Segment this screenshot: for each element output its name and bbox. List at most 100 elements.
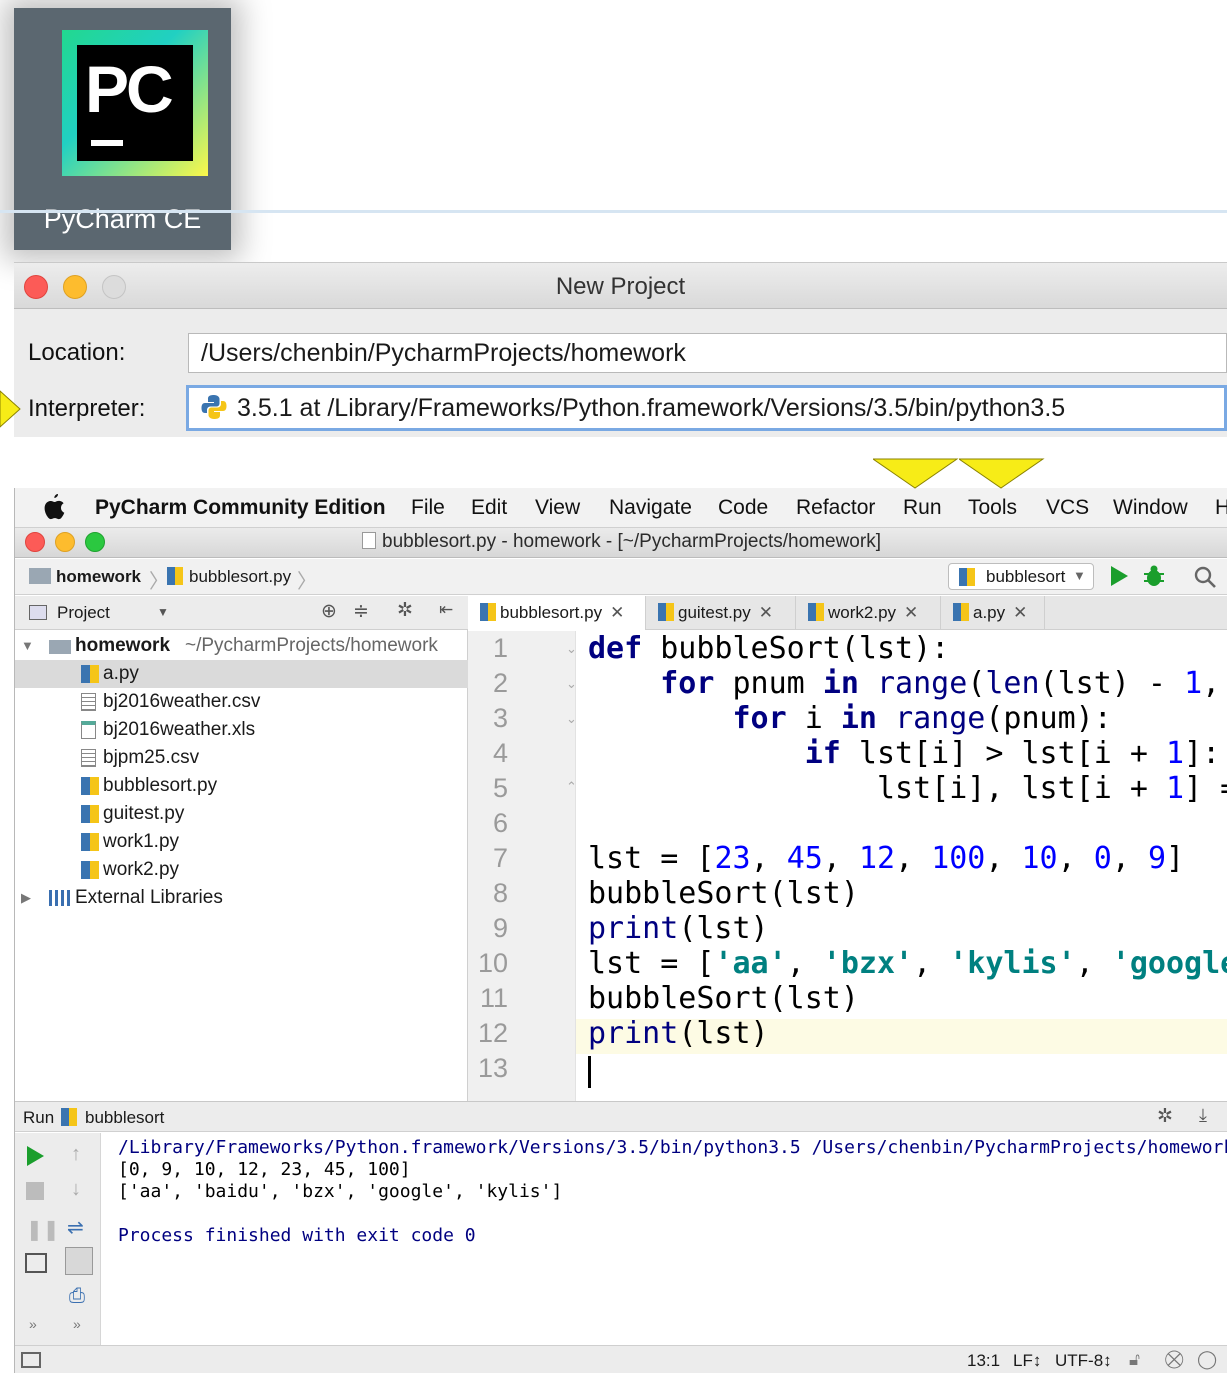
menu-help[interactable]: H	[1215, 496, 1227, 520]
line-number: 4	[492, 738, 508, 768]
tree-item[interactable]: bj2016weather.xls	[15, 716, 468, 744]
code-line: lst = [23, 45, 12, 100, 10, 0, 9]	[588, 841, 1185, 876]
menu-navigate[interactable]: Navigate	[609, 496, 692, 520]
more-icon[interactable]: »	[73, 1316, 81, 1332]
menu-code[interactable]: Code	[718, 496, 768, 520]
expand-arrow-icon[interactable]: ▼	[21, 632, 34, 660]
navigation-bar: homework 〉 bubblesort.py 〉 bubblesort ▼	[15, 559, 1227, 595]
menu-window[interactable]: Window	[1113, 496, 1188, 520]
collapse-all-icon[interactable]: ≑	[353, 600, 369, 623]
line-number: 2	[492, 668, 508, 698]
tree-item-label: External Libraries	[75, 887, 223, 908]
menu-app-name[interactable]: PyCharm Community Edition	[95, 496, 386, 520]
tree-item[interactable]: bjpm25.csv	[15, 744, 468, 772]
menu-tools[interactable]: Tools	[968, 496, 1017, 520]
breadcrumb-project[interactable]: homework	[56, 567, 141, 587]
menu-edit[interactable]: Edit	[471, 496, 507, 520]
tool-windows-toggle-icon[interactable]	[21, 1352, 41, 1368]
tree-item-label: bjpm25.csv	[103, 747, 200, 768]
code-line: lst = ['aa', 'bzx', 'kylis', 'google	[588, 946, 1227, 981]
tree-external-libraries[interactable]: ▶ External Libraries	[15, 884, 468, 912]
layout-icon[interactable]	[25, 1253, 47, 1273]
tree-item-label: guitest.py	[103, 803, 185, 824]
pause-icon[interactable]: ❚❚	[26, 1217, 60, 1242]
library-icon	[49, 890, 71, 906]
close-tab-icon[interactable]: ✕	[1013, 603, 1027, 622]
gear-icon[interactable]: ✲	[1157, 1105, 1173, 1128]
hide-panel-icon[interactable]: ⇤	[439, 600, 453, 620]
tree-root-path: ~/PycharmProjects/homework	[185, 635, 438, 656]
hide-panel-icon[interactable]: ⤓	[1199, 1105, 1207, 1126]
inspector-icon[interactable]: ⛒	[1165, 1349, 1183, 1370]
folder-icon	[29, 568, 51, 584]
run-icon[interactable]	[1109, 565, 1129, 587]
notifications-icon[interactable]: ◯	[1197, 1349, 1217, 1370]
debug-bug-icon[interactable]	[1143, 564, 1165, 588]
run-config-name[interactable]: bubblesort	[85, 1108, 164, 1128]
code-line: bubbleSort(lst)	[588, 981, 859, 1016]
stop-icon[interactable]	[26, 1182, 44, 1200]
run-config-dropdown[interactable]: bubblesort ▼	[948, 563, 1094, 590]
code-editor: bubblesort.py ✕ guitest.py ✕ work2.py ✕ a.p…	[468, 596, 1227, 1101]
project-view-selector[interactable]: Project	[57, 603, 110, 623]
tree-item[interactable]: work2.py	[15, 856, 468, 884]
down-arrow-icon[interactable]: ↓	[71, 1178, 81, 1201]
menu-run[interactable]: Run	[903, 496, 942, 520]
menu-vcs[interactable]: VCS	[1046, 496, 1089, 520]
tree-root-homework[interactable]: ▼ homework ~/PycharmProjects/homework	[15, 632, 468, 660]
line-number: 3	[492, 703, 508, 733]
locate-target-icon[interactable]: ⊕	[321, 600, 337, 623]
print-icon[interactable]: ⎙	[69, 1285, 85, 1308]
tree-item-label: bj2016weather.csv	[103, 691, 261, 712]
python-file-icon	[959, 568, 975, 586]
tree-item[interactable]: work1.py	[15, 828, 468, 856]
run-panel-header: Run bubblesort ✲ ⤓	[15, 1102, 1227, 1132]
close-tab-icon[interactable]: ✕	[759, 603, 773, 622]
tab-label: bubblesort.py	[500, 603, 603, 622]
code-text-area[interactable]: def bubbleSort(lst): for pnum in range(l…	[576, 631, 1227, 1101]
gear-icon[interactable]: ✲	[397, 599, 413, 622]
chevron-down-icon[interactable]: ▼	[157, 605, 169, 619]
tab-a[interactable]: a.py ✕	[941, 596, 1045, 630]
tree-item[interactable]: guitest.py	[15, 800, 468, 828]
rerun-icon[interactable]	[25, 1145, 45, 1167]
code-line: def bubbleSort(lst):	[588, 631, 950, 666]
search-icon[interactable]	[1193, 565, 1217, 589]
location-field[interactable]: /Users/chenbin/PycharmProjects/homework	[188, 333, 1227, 373]
more-icon[interactable]: »	[29, 1316, 37, 1332]
up-arrow-icon[interactable]: ↑	[71, 1143, 81, 1166]
close-tab-icon[interactable]: ✕	[904, 603, 918, 622]
code-line: print(lst)	[588, 1016, 769, 1051]
line-number: 10	[477, 948, 508, 978]
apple-logo-icon[interactable]	[43, 494, 65, 520]
tab-label: a.py	[973, 603, 1006, 622]
tree-item[interactable]: bj2016weather.csv	[15, 688, 468, 716]
tree-item[interactable]: bubblesort.py	[15, 772, 468, 800]
lock-icon[interactable]: 🔓︎	[1129, 1350, 1140, 1370]
close-tab-icon[interactable]: ✕	[610, 603, 624, 622]
tree-item[interactable]: a.py	[15, 660, 468, 688]
file-encoding[interactable]: UTF-8↕	[1055, 1351, 1112, 1371]
line-separator[interactable]: LF↕	[1013, 1351, 1041, 1371]
breadcrumb-file[interactable]: bubblesort.py	[189, 567, 291, 587]
line-number: 13	[477, 1053, 508, 1083]
menu-file[interactable]: File	[411, 496, 445, 520]
tree-root-label: homework	[75, 635, 171, 656]
app-tile-label: PyCharm CE	[43, 204, 202, 234]
soft-wrap-icon[interactable]: ⇌	[67, 1215, 84, 1240]
tab-work2[interactable]: work2.py ✕	[796, 596, 941, 630]
cursor-position[interactable]: 13:1	[967, 1351, 1000, 1371]
menu-view[interactable]: View	[535, 496, 580, 520]
tab-guitest[interactable]: guitest.py ✕	[646, 596, 796, 630]
interpreter-select[interactable]: 3.5.1 at /Library/Frameworks/Python.fram…	[186, 385, 1227, 431]
yellow-pointer-arrow-icon	[873, 458, 959, 489]
menu-refactor[interactable]: Refactor	[796, 496, 875, 520]
expand-arrow-icon[interactable]: ▶	[21, 884, 31, 912]
code-line: for i in range(pnum):	[732, 701, 1112, 736]
tab-bubblesort[interactable]: bubblesort.py ✕	[468, 596, 646, 630]
yellow-pointer-arrow-icon	[959, 458, 1045, 489]
project-view-icon	[29, 605, 47, 620]
pycharm-app-icon-tile[interactable]: PC PyCharm CE	[14, 8, 231, 250]
scroll-to-end-icon[interactable]	[65, 1247, 93, 1275]
line-number: 9	[492, 913, 508, 943]
